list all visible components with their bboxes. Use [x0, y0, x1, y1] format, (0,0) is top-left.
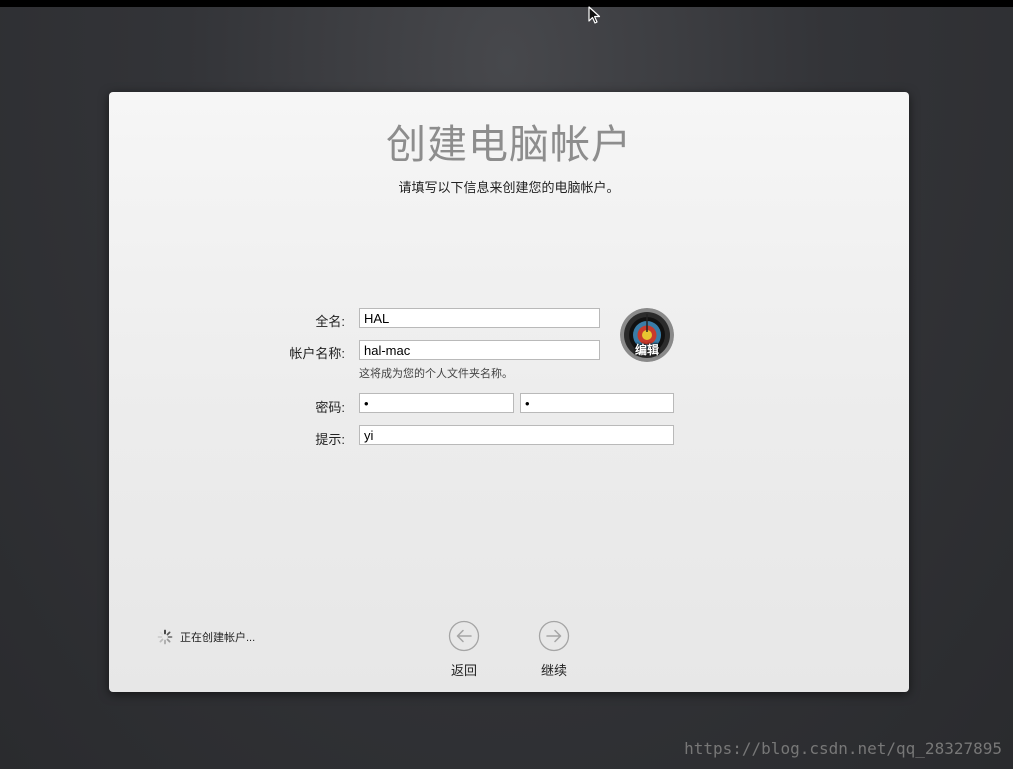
hint-field[interactable]: yi: [359, 425, 674, 445]
back-arrow-circle-icon: [448, 620, 480, 652]
back-button[interactable]: 返回: [439, 620, 489, 679]
watermark: https://blog.csdn.net/qq_28327895: [684, 739, 1002, 758]
page-title: 创建电脑帐户: [386, 123, 632, 167]
account-name-field[interactable]: hal-mac: [359, 340, 600, 360]
full-name-field[interactable]: HAL: [359, 308, 600, 328]
user-picture-button[interactable]: 编辑: [620, 308, 674, 362]
page-subtitle: 请填写以下信息来创建您的电脑帐户。: [398, 180, 620, 195]
verify-password-field[interactable]: •: [520, 393, 674, 413]
continue-button[interactable]: 继续: [529, 620, 579, 679]
forward-arrow-circle-icon: [538, 620, 570, 652]
hint-label: 提示:: [315, 432, 345, 447]
account-name-label: 帐户名称:: [289, 346, 345, 361]
setup-assistant-panel: 创建电脑帐户 请填写以下信息来创建您的电脑帐户。 全名: HAL 帐户名称: h…: [109, 92, 909, 692]
back-button-label: 返回: [450, 663, 477, 678]
status-indicator: 正在创建帐户...: [157, 629, 255, 645]
avatar-edit-label: 编辑: [634, 343, 659, 357]
full-name-label: 全名:: [315, 314, 345, 329]
status-text: 正在创建帐户...: [180, 632, 256, 644]
password-label: 密码:: [315, 400, 345, 415]
continue-button-label: 继续: [540, 663, 567, 678]
spinner-icon: [157, 629, 173, 645]
top-bar: [0, 0, 1013, 7]
password-field[interactable]: •: [359, 393, 514, 413]
mouse-cursor-icon: [588, 6, 601, 24]
account-name-note: 这将成为您的个人文件夹名称。: [359, 368, 513, 380]
